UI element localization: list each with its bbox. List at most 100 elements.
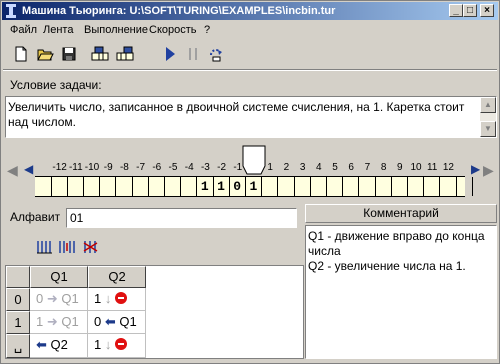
app-window: Машина Тьюринга: U:\SOFT\TURING\EXAMPLES… (0, 0, 500, 364)
state-header-q2[interactable]: Q2 (88, 266, 146, 288)
table-cell-1-q1[interactable]: 1 ➜ Q1 (30, 311, 88, 334)
tape-cell[interactable] (342, 177, 358, 196)
state-header-q1[interactable]: Q1 (30, 266, 88, 288)
toolbar (3, 41, 497, 67)
tape-cell[interactable] (439, 177, 455, 196)
tape-cell[interactable] (358, 177, 374, 196)
tape-cell[interactable] (325, 177, 342, 196)
arrow-left-icon: ⬅ (36, 337, 47, 352)
alphabet-label: Алфавит (10, 210, 61, 224)
tape-cell[interactable] (309, 177, 326, 196)
alphabet-input[interactable]: 01 (66, 208, 297, 228)
task-scrollbar[interactable]: ▲ ▼ (480, 97, 496, 137)
tape-cell[interactable] (423, 177, 439, 196)
tape-cell[interactable] (131, 177, 148, 196)
cell-write: 0 (94, 314, 102, 329)
transition-table: Q1 Q2 0 1 ␣ 0 ➜ Q1 1 ↓ 1 ➜ Q1 0 ⬅ Q1 ⬅ Q… (5, 265, 304, 359)
tape-cell[interactable] (180, 177, 196, 196)
tape-cell[interactable] (277, 177, 293, 196)
tape-cell[interactable] (455, 177, 472, 196)
tape-cell[interactable] (82, 177, 99, 196)
tape-cell[interactable] (406, 177, 423, 196)
menu-help[interactable]: ? (204, 24, 210, 36)
tape-scroll-right-icon[interactable]: ▶ (483, 162, 494, 179)
scroll-down-button[interactable]: ▼ (480, 121, 496, 137)
state-header-q2-label: Q2 (108, 269, 126, 284)
pause-icon[interactable] (184, 45, 202, 63)
maximize-button[interactable]: □ (463, 4, 477, 17)
window-title: Машина Тьюринга: U:\SOFT\TURING\EXAMPLES… (22, 5, 336, 17)
scroll-up-button[interactable]: ▲ (480, 97, 496, 113)
symbol-header-1[interactable]: 1 (6, 311, 30, 334)
tape-cell[interactable] (99, 177, 115, 196)
comment-line: Q2 - увеличение числа на 1. (308, 259, 466, 273)
save-icon[interactable] (60, 45, 78, 63)
tape-cell[interactable]: 1 (244, 177, 261, 196)
symbol-header-blank[interactable]: ␣ (6, 334, 30, 358)
arrow-left-icon: ⬅ (104, 314, 116, 329)
tape-position-label: 12 (442, 162, 454, 173)
arrow-down-icon: ↓ (104, 291, 112, 306)
state-toolbar (36, 237, 116, 257)
menu-run[interactable]: Выполнение (84, 24, 148, 36)
state-header-q1-label: Q1 (50, 269, 68, 284)
stop-icon (114, 338, 127, 350)
tape-cells[interactable]: 1101 (35, 176, 473, 197)
minimize-button[interactable]: _ (449, 4, 463, 17)
title-bar: Машина Тьюринга: U:\SOFT\TURING\EXAMPLES… (2, 2, 498, 20)
task-text[interactable]: Увеличить число, записанное в двоичной с… (8, 100, 478, 130)
tape-cell[interactable] (374, 177, 391, 196)
cell-write: 1 (94, 337, 102, 352)
step-icon[interactable] (207, 45, 225, 63)
tape-cell[interactable] (147, 177, 164, 196)
add-state-icon[interactable] (36, 239, 54, 255)
tape-cell[interactable] (293, 177, 310, 196)
delete-state-icon[interactable] (82, 239, 100, 255)
tape-cell[interactable] (163, 177, 180, 196)
menu-file[interactable]: Файл (10, 24, 37, 36)
table-cell-0-q1[interactable]: 0 ➜ Q1 (30, 288, 88, 311)
insert-state-icon[interactable] (58, 239, 76, 255)
tape-cell[interactable] (390, 177, 407, 196)
task-textarea[interactable]: Увеличить число, записанное в двоичной с… (5, 96, 497, 138)
comment-panel: Комментарий Q1 - движение вправо до конц… (305, 204, 497, 359)
new-file-icon[interactable] (12, 45, 30, 63)
tape-scroll-left-icon[interactable]: ◀ (7, 162, 18, 179)
arrow-down-icon: ↓ (104, 337, 112, 352)
cell-next-state: Q1 (61, 291, 79, 306)
comment-line: Q1 - движение вправо до конца числа (308, 229, 485, 258)
tape-move-right-icon[interactable]: ▶ (471, 162, 480, 176)
table-cell-1-q2[interactable]: 0 ⬅ Q1 (88, 311, 146, 334)
tape-cell[interactable]: 0 (228, 177, 245, 196)
tape-head-icon[interactable] (242, 145, 266, 175)
menu-tape[interactable]: Лента (43, 24, 73, 36)
open-folder-icon[interactable] (36, 45, 54, 63)
tape-cell[interactable] (50, 177, 67, 196)
tape-cell[interactable]: 1 (212, 177, 229, 196)
tape-cell[interactable] (471, 177, 488, 196)
toolbar-separator (3, 69, 497, 71)
app-icon (6, 4, 16, 18)
cell-write: 0 (36, 291, 44, 306)
tape-edit2-icon[interactable] (116, 45, 134, 63)
tape-edit-icon[interactable] (91, 45, 109, 63)
task-label: Условие задачи: (10, 78, 102, 92)
symbol-header-0[interactable]: 0 (6, 288, 30, 311)
table-cell-0-q2[interactable]: 1 ↓ (88, 288, 146, 311)
close-button[interactable]: × (480, 4, 494, 17)
tape-cell[interactable] (115, 177, 131, 196)
tape-cell[interactable] (66, 177, 83, 196)
table-cell-blank-q2[interactable]: 1 ↓ (88, 334, 146, 358)
cell-write: 1 (94, 291, 102, 306)
comment-textarea[interactable]: Q1 - движение вправо до конца числа Q2 -… (305, 225, 497, 359)
table-cell-blank-q1[interactable]: ⬅ Q2 (30, 334, 88, 358)
cell-next-state: Q2 (50, 337, 68, 352)
tape-cell[interactable]: 1 (196, 177, 212, 196)
run-icon[interactable] (161, 45, 179, 63)
tape-move-left-icon[interactable]: ◀ (24, 162, 33, 176)
comment-header: Комментарий (305, 204, 497, 223)
menu-speed[interactable]: Скорость (149, 24, 197, 36)
tape-cell[interactable] (261, 177, 277, 196)
cell-write: 1 (36, 314, 44, 329)
stop-icon (114, 292, 127, 304)
